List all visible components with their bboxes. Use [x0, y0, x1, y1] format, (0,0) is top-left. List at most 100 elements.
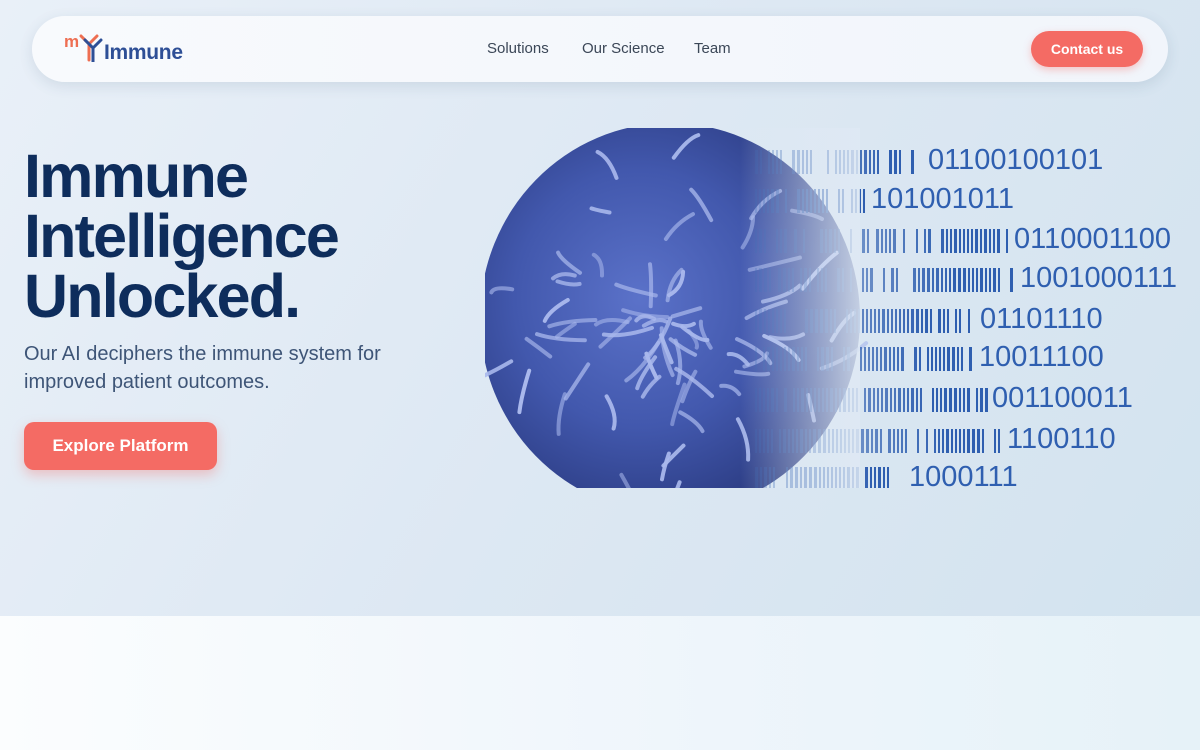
- headline-line: Unlocked.: [24, 262, 301, 330]
- barcode-bar: [905, 429, 907, 453]
- binary-row: 0110001100: [1014, 223, 1171, 255]
- barcode-bar: [877, 150, 879, 174]
- barcode-bar: [866, 268, 868, 292]
- barcode-bar: [946, 429, 949, 453]
- immune-cell-illustration: 01100100101 101001011 0110001100 1001000…: [485, 128, 1195, 493]
- logo[interactable]: m Immune: [64, 32, 183, 64]
- barcode-bar: [982, 429, 984, 453]
- barcode-bar: [926, 429, 928, 453]
- barcode-bar: [918, 268, 920, 292]
- barcode-bar: [972, 268, 974, 292]
- barcode-bar: [925, 309, 928, 333]
- barcode-bar: [893, 429, 895, 453]
- barcode-bar: [897, 429, 899, 453]
- barcode-bar: [870, 309, 872, 333]
- nav-link-solutions[interactable]: Solutions: [487, 40, 549, 57]
- barcode-bar: [944, 388, 947, 412]
- barcode-bar: [989, 268, 991, 292]
- binary-row: 101001011: [871, 183, 1015, 215]
- barcode-bar: [955, 309, 957, 333]
- contact-us-button[interactable]: Contact us: [1031, 31, 1143, 67]
- barcode-bar: [985, 268, 987, 292]
- barcode-bar: [873, 150, 875, 174]
- barcode-bar: [954, 229, 957, 253]
- barcode-bar: [861, 429, 864, 453]
- barcode-bar: [863, 189, 865, 213]
- barcode-bar: [864, 347, 866, 371]
- navbar: m Immune Solutions Our Science Team Cont…: [32, 16, 1168, 82]
- binary-row: 01101110: [980, 303, 1103, 335]
- barcode-bar: [881, 229, 883, 253]
- barcode-bar: [887, 309, 889, 333]
- barcode-bar: [872, 347, 874, 371]
- barcode-bar: [903, 229, 905, 253]
- barcode-bar: [880, 429, 882, 453]
- barcode-bar: [938, 429, 940, 453]
- nav-link-team[interactable]: Team: [694, 40, 731, 57]
- barcode-bar: [916, 388, 918, 412]
- barcode-bar: [932, 268, 934, 292]
- barcode-bar: [969, 347, 972, 371]
- barcode-bar: [993, 229, 995, 253]
- logo-wordmark: Immune: [104, 41, 183, 64]
- barcode-bar: [899, 150, 901, 174]
- barcode-bar: [883, 268, 885, 292]
- barcode-bar: [862, 229, 865, 253]
- barcode-bar: [860, 347, 862, 371]
- barcode-bar: [903, 309, 905, 333]
- barcode-bar: [866, 429, 869, 453]
- hero-subtitle: Our AI deciphers the immune system for i…: [24, 343, 381, 393]
- barcode-bar: [968, 309, 970, 333]
- barcode-bar: [998, 429, 1000, 453]
- barcode-bar: [985, 388, 988, 412]
- explore-platform-button[interactable]: Explore Platform: [24, 422, 217, 470]
- barcode-bar: [927, 268, 930, 292]
- barcode-bar: [952, 347, 955, 371]
- barcode-bar: [860, 150, 862, 174]
- barcode-bar: [947, 347, 950, 371]
- barcode-bar: [980, 268, 983, 292]
- barcode-bar: [961, 347, 963, 371]
- barcode-bar: [899, 309, 901, 333]
- barcode-bar: [980, 229, 982, 253]
- barcode-bar: [911, 309, 914, 333]
- barcode-bar: [967, 229, 969, 253]
- barcode-bar: [903, 388, 905, 412]
- barcode-bar: [994, 429, 996, 453]
- barcode-bar: [881, 388, 883, 412]
- barcode-bar: [870, 268, 873, 292]
- nav-link-our-science[interactable]: Our Science: [582, 40, 665, 57]
- barcode-bar: [935, 347, 937, 371]
- barcode-bar: [873, 388, 875, 412]
- barcode-bar: [930, 309, 932, 333]
- barcode-bar: [868, 347, 870, 371]
- barcode-bar: [932, 388, 934, 412]
- barcode-bar: [862, 309, 864, 333]
- barcode-bar: [954, 388, 957, 412]
- barcode-bar: [963, 229, 965, 253]
- barcode-bar: [878, 467, 881, 488]
- barcode-bar: [907, 309, 909, 333]
- binary-row: 001100011: [992, 382, 1133, 414]
- barcode-bar: [967, 429, 970, 453]
- barcode-bar: [891, 268, 894, 292]
- barcode-bar: [887, 467, 889, 488]
- barcode-bar: [864, 150, 867, 174]
- barcode-bar: [976, 388, 978, 412]
- barcode-bar: [972, 429, 975, 453]
- barcode-bar: [950, 229, 952, 253]
- barcode-bar: [877, 388, 879, 412]
- barcode-bar: [885, 229, 887, 253]
- barcode-bar: [888, 429, 891, 453]
- barcode-bar: [938, 309, 941, 333]
- lower-section: [0, 616, 1200, 750]
- barcode-bar: [936, 388, 938, 412]
- barcode-bar: [931, 347, 933, 371]
- barcode-bar: [967, 388, 970, 412]
- barcode-bar: [889, 347, 891, 371]
- barcode-bar: [895, 309, 897, 333]
- headline-line: Intelligence: [24, 202, 340, 270]
- barcode-bar: [919, 347, 921, 371]
- barcode-bar: [949, 388, 952, 412]
- barcode-bar: [920, 388, 922, 412]
